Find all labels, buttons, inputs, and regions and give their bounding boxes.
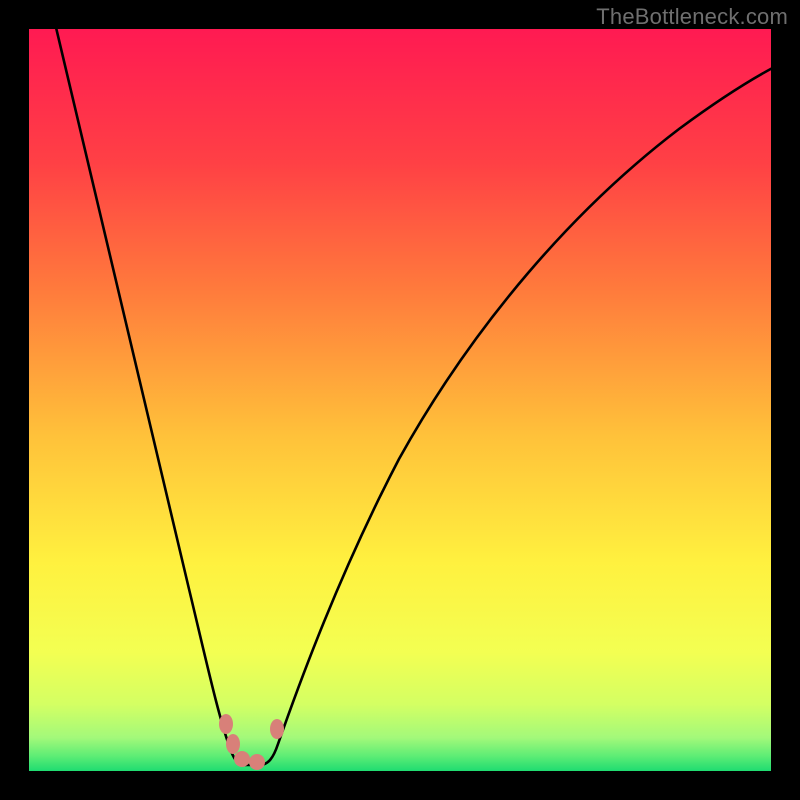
bottleneck-curve	[29, 29, 771, 771]
plot-area	[29, 29, 771, 771]
watermark-text: TheBottleneck.com	[596, 4, 788, 30]
curve-marker-dots	[219, 714, 284, 770]
